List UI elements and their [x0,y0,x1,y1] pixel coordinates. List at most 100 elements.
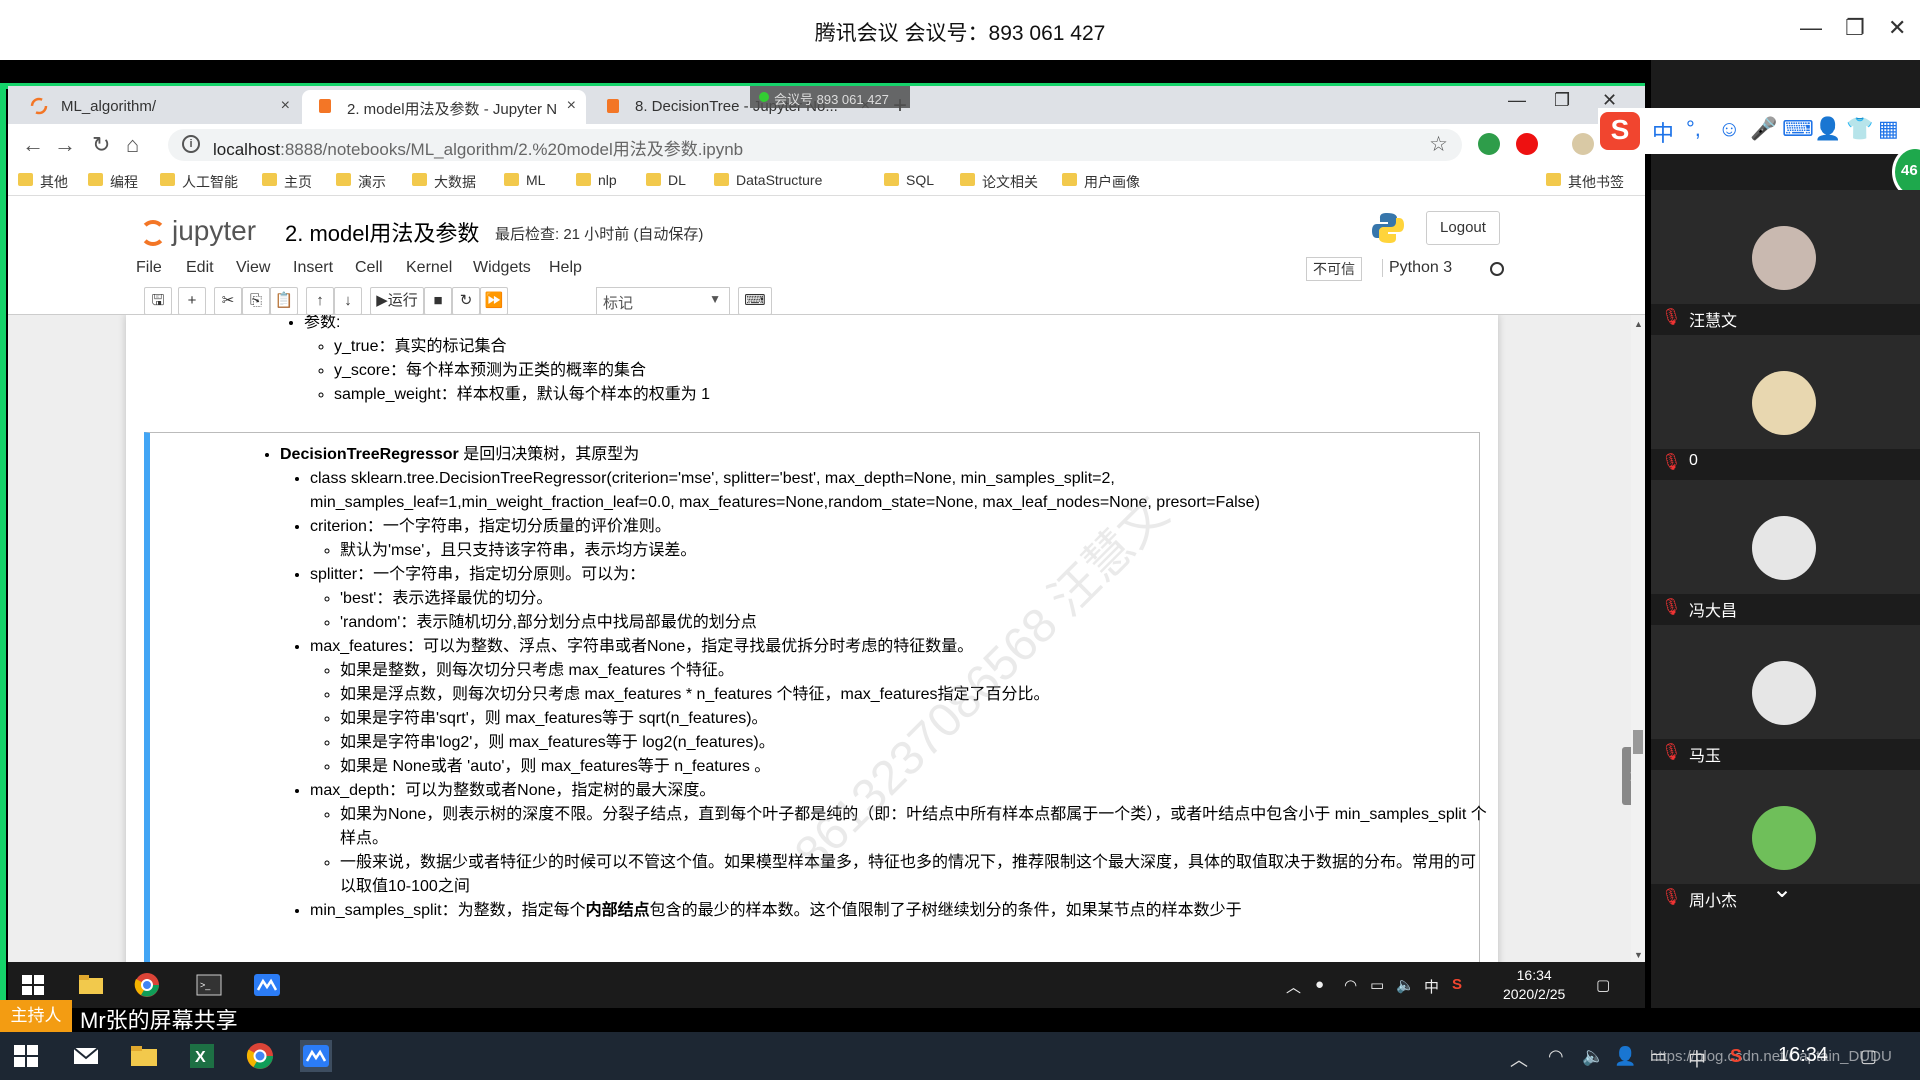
reload-icon[interactable]: ↻ [92,132,110,158]
back-icon[interactable]: ← [22,132,44,158]
bookmark-item[interactable]: 演示 [334,172,386,192]
chevron-up-icon[interactable]: ︿ [1286,976,1301,997]
markdown-cell-selected[interactable]: DecisionTreeRegressor 是回归决策树，其原型为 class … [144,432,1487,962]
evernote-icon[interactable] [1478,133,1500,155]
menu-view[interactable]: View [236,259,270,277]
chevron-down-icon[interactable]: ⌄ [1772,875,1792,904]
participant-tile[interactable]: 🎙 马玉 [1651,625,1920,765]
battery-icon[interactable]: ▭ [1370,976,1384,994]
sogou-icon[interactable]: S [1452,976,1462,993]
bookmark-item[interactable]: nlp [574,172,617,188]
copy-icon[interactable]: ⎘ [242,287,270,315]
mail-icon[interactable] [70,1040,102,1072]
menu-cell[interactable]: Cell [355,259,383,277]
run-button[interactable]: ▶运行 [370,287,424,315]
ime-lang[interactable]: 中 [1652,116,1674,148]
profile-avatar[interactable] [1572,133,1594,155]
tencent-meeting-icon[interactable] [252,970,282,1000]
bookmark-item[interactable]: 其他 [16,172,68,192]
restart-run-all-icon[interactable]: ⏩ [480,287,508,315]
grid-icon[interactable]: ▦ [1878,116,1899,142]
move-up-icon[interactable]: ↑ [306,287,334,315]
participant-tile[interactable]: 🎙 冯大昌 [1651,480,1920,620]
move-down-icon[interactable]: ↓ [334,287,362,315]
bookmark-item[interactable]: 论文相关 [958,172,1038,192]
menu-edit[interactable]: Edit [186,259,214,277]
tab-model-params[interactable]: 2. model用法及参数 - Jupyter N × [302,90,586,124]
trusted-indicator[interactable]: 不可信 [1306,257,1362,281]
menu-widgets[interactable]: Widgets [473,259,531,277]
notification-icon[interactable]: ▢ [1860,1046,1877,1067]
notebook-name[interactable]: 2. model用法及参数 [285,216,479,248]
chrome-icon[interactable] [132,970,162,1000]
notification-icon[interactable]: ▢ [1596,976,1610,994]
cell-type-select[interactable]: 标记 ▼ [596,287,730,315]
minimize-icon[interactable]: — [1800,15,1822,41]
ime-indicator[interactable]: 中 [1688,1046,1706,1072]
microphone-icon[interactable]: 🎤 [1750,116,1777,142]
bookmark-item[interactable]: 大数据 [410,172,476,192]
forward-icon[interactable]: → [54,132,76,158]
scrollbar[interactable]: ▲ ▼ [1631,315,1645,962]
close-icon[interactable]: ✕ [1888,15,1906,41]
wifi-icon[interactable]: ◠ [1548,1046,1564,1067]
ime-punct[interactable]: °, [1686,116,1701,142]
scroll-up-icon[interactable]: ▲ [1634,319,1643,329]
tab-close-icon[interactable]: × [281,97,290,115]
scrollbar-thumb[interactable] [1633,730,1643,754]
info-icon[interactable]: i [182,135,200,153]
file-explorer-icon[interactable] [76,970,106,1000]
stop-icon[interactable]: ■ [424,287,452,315]
taskbar-clock[interactable]: 16:34 [1778,1044,1828,1067]
bookmark-item[interactable]: SQL [882,172,934,188]
menu-help[interactable]: Help [549,259,582,277]
keyboard-icon[interactable]: ⌨ [1782,116,1814,142]
keyboard-icon[interactable]: ⌨ [738,287,772,315]
windows-start-icon[interactable] [10,1040,42,1072]
volume-icon[interactable]: 🔈 [1582,1046,1604,1067]
scroll-down-icon[interactable]: ▼ [1634,950,1643,960]
chrome-icon[interactable] [244,1040,276,1072]
bookmark-star-icon[interactable]: ☆ [1429,132,1448,157]
participant-tile[interactable]: 🎙 0 [1651,335,1920,475]
bookmark-item[interactable]: 编程 [86,172,138,192]
bookmark-item[interactable]: ML [502,172,545,188]
jupyter-logo[interactable]: jupyter [140,215,256,247]
menu-kernel[interactable]: Kernel [406,259,452,277]
menu-file[interactable]: File [136,259,162,277]
paste-icon[interactable]: 📋 [270,287,298,315]
bookmark-item[interactable]: 主页 [260,172,312,192]
volume-icon[interactable]: 🔈 [1396,976,1415,994]
logout-button[interactable]: Logout [1426,211,1500,245]
battery-icon[interactable]: ▭ [1650,1046,1667,1067]
insert-cell-icon[interactable]: + [178,287,206,315]
emoji-icon[interactable]: ☺ [1718,116,1740,142]
menu-insert[interactable]: Insert [293,259,333,277]
adblock-icon[interactable] [1516,133,1538,155]
terminal-icon[interactable]: >_ [194,970,224,1000]
kernel-name[interactable]: Python 3 [1382,259,1452,277]
markdown-cell[interactable]: 参数: y_true：真实的标记集合 y_score：每个样本预测为正类的概率的… [144,315,1480,407]
url-input[interactable]: i localhost:8888/notebooks/ML_algorithm/… [168,129,1462,161]
participant-tile[interactable]: 🎙 汪慧文 [1651,190,1920,330]
browser-restore-icon[interactable]: ❐ [1554,90,1570,111]
windows-start-icon[interactable] [18,970,48,1000]
restart-icon[interactable]: ↻ [452,287,480,315]
bluetooth-icon[interactable]: ● [1315,976,1324,993]
bookmark-item[interactable]: 用户画像 [1060,172,1140,192]
tab-ml-algorithm[interactable]: ML_algorithm/ × [16,90,300,124]
wifi-icon[interactable]: ◠ [1344,976,1357,994]
browser-minimize-icon[interactable]: — [1508,90,1526,111]
restore-icon[interactable]: ❐ [1845,15,1865,41]
cut-icon[interactable]: ✂ [214,287,242,315]
excel-icon[interactable]: X [186,1040,218,1072]
bookmark-item[interactable]: DL [644,172,686,188]
tencent-meeting-icon[interactable] [300,1040,332,1072]
ime-indicator[interactable]: 中 [1424,976,1439,997]
user-icon[interactable]: 👤 [1814,116,1841,142]
people-icon[interactable]: 👤 [1614,1046,1636,1067]
tab-close-icon[interactable]: × [567,97,576,115]
save-icon[interactable]: 🖫 [144,287,172,315]
other-bookmarks[interactable]: 其他书签 [1544,172,1624,192]
skin-icon[interactable]: 👕 [1846,116,1873,142]
